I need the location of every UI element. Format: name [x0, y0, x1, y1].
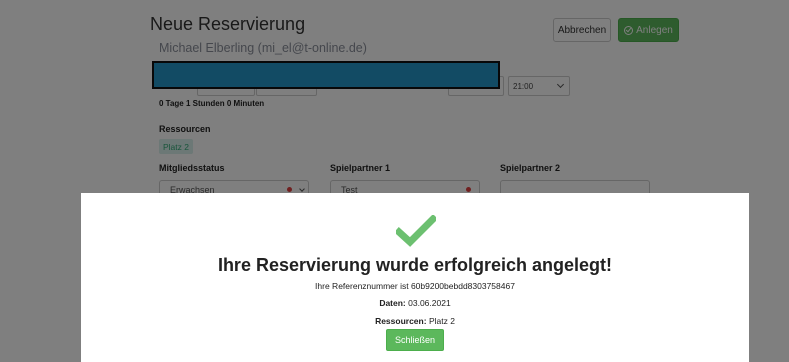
- resources-line: Ressourcen: Platz 2: [81, 316, 749, 326]
- close-button[interactable]: Schließen: [386, 329, 444, 351]
- reference-number: Ihre Referenznummer ist 60b9200bebdd8303…: [315, 281, 515, 291]
- date-line: Daten: 03.06.2021: [81, 298, 749, 308]
- date-value: 03.06.2021: [408, 298, 451, 308]
- success-title: Ihre Reservierung wurde erfolgreich ange…: [217, 255, 613, 275]
- date-label: Daten:: [379, 298, 406, 308]
- close-button-label: Schließen: [394, 335, 436, 345]
- success-modal: Ihre Reservierung wurde erfolgreich ange…: [81, 193, 749, 362]
- resources-value: Platz 2: [428, 316, 455, 326]
- resources-label: Ressourcen:: [375, 316, 427, 326]
- check-icon: [396, 215, 436, 247]
